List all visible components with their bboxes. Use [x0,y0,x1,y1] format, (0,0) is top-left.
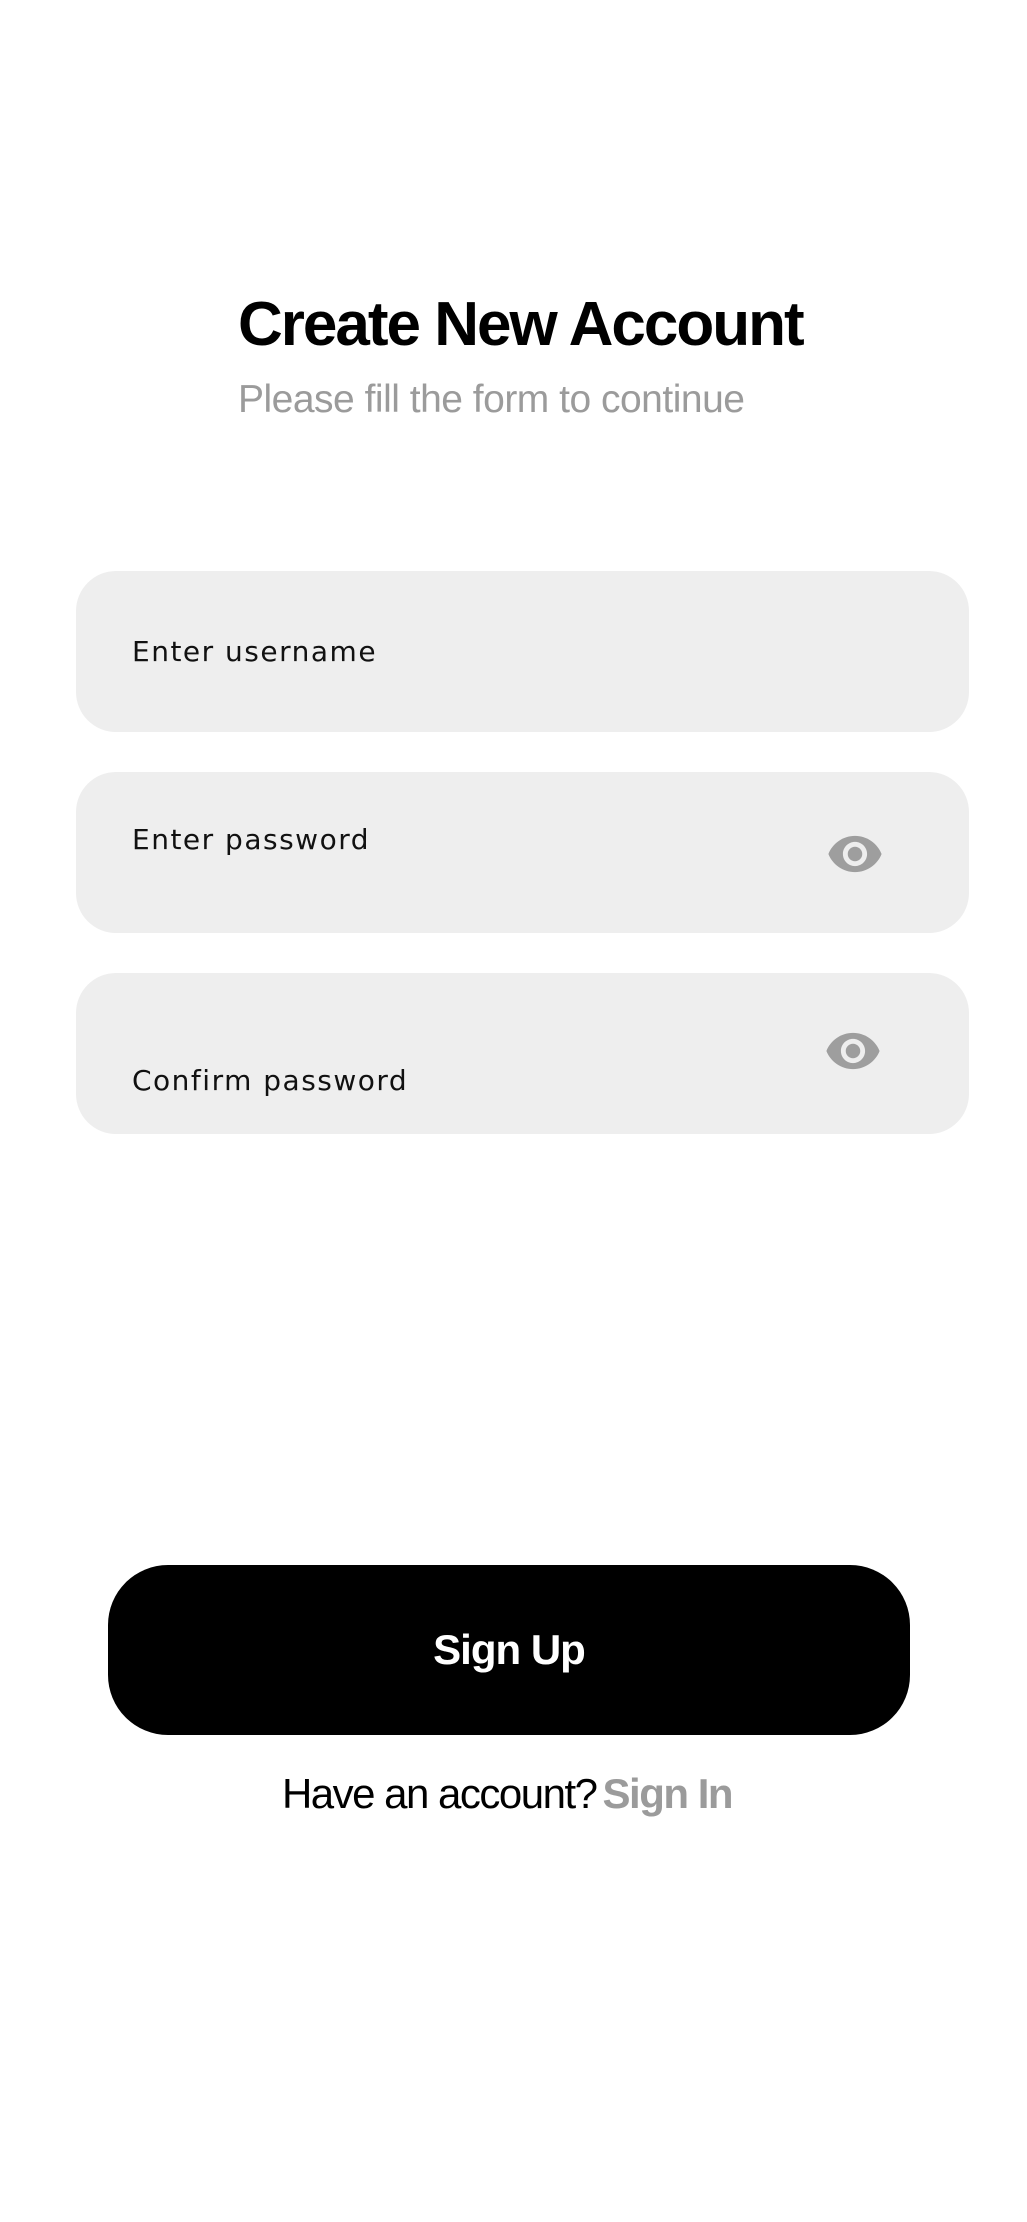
confirm-password-input[interactable] [132,1055,772,1105]
sign-in-prompt-line: Have an account? Sign In [0,1766,1014,1822]
eye-icon[interactable] [824,1022,884,1082]
username-field[interactable] [76,571,969,732]
sign-in-link[interactable]: Sign In [603,1770,734,1817]
page-title: Create New Account [238,290,805,359]
password-input[interactable] [132,814,772,864]
sign-up-screen: { "header": { "title": "Create New Accou… [0,0,1027,2222]
sign-up-button[interactable]: Sign Up [108,1565,910,1735]
eye-icon[interactable] [826,825,886,885]
page-subtitle: Please fill the form to continue [238,378,745,421]
sign-in-prompt-text: Have an account? [281,1770,598,1817]
username-input[interactable] [132,626,772,676]
